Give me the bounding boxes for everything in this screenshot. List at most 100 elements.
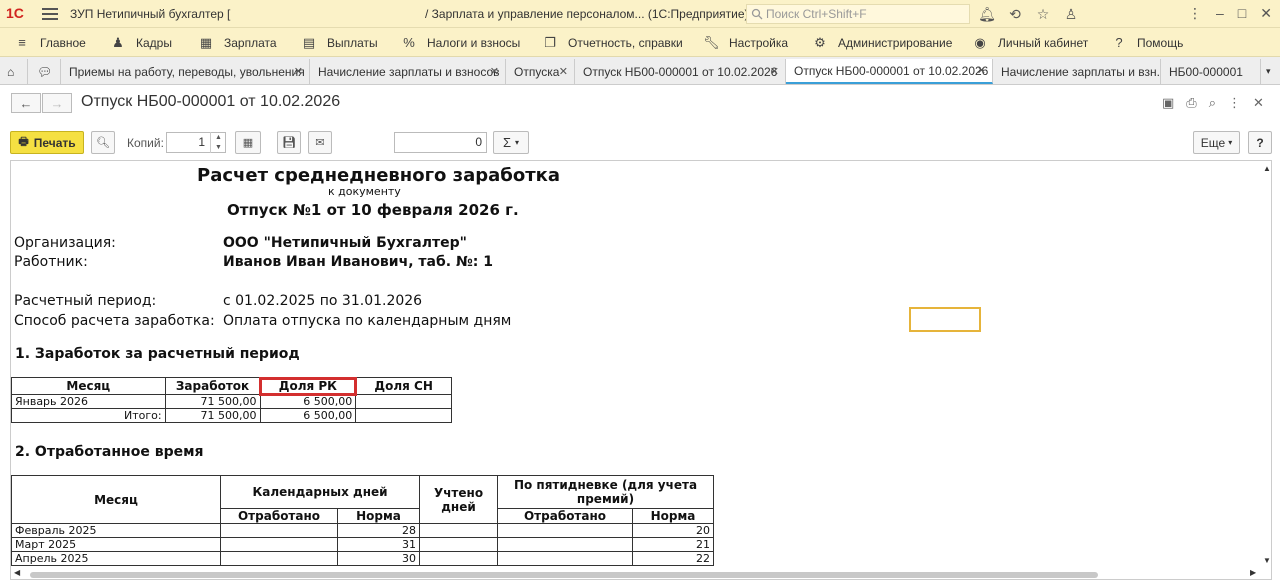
chat-tab[interactable]: 💬︎ [28,59,61,84]
chevron-down-icon: ▾ [515,138,520,147]
sum-button[interactable]: Σ ▾ [493,131,529,154]
spin-down-icon[interactable]: ▼ [215,144,222,151]
close-tab-icon[interactable]: ✕ [770,65,779,78]
cash-icon: ▤ [302,35,316,50]
maximize-icon[interactable]: □ [1238,5,1246,22]
close-icon[interactable]: ✕ [1260,5,1272,22]
tab-vacations[interactable]: Отпуска ✕ [506,59,575,84]
period-value: с 01.02.2025 по 31.01.2026 [223,293,423,309]
sections-menu: ≡ Главное ♟ Кадры ▦ Зарплата ▤ Выплаты % Нало… [0,28,1280,57]
chat-icon: 💬︎ [37,64,53,79]
close-tab-icon[interactable]: ✕ [490,65,499,78]
scroll-right-icon[interactable]: ▶ [1250,568,1256,577]
tab-hiring[interactable]: Приемы на работу, переводы, увольнения ✕ [61,59,310,84]
close-tab-icon[interactable]: ✕ [294,65,303,78]
edit-mode-button[interactable]: ▦ [235,131,261,154]
report-title: Расчет среднедневного заработка [197,165,560,186]
chevron-down-icon: ▾ [1228,138,1233,147]
save-file-button[interactable]: 💾︎ [277,131,301,154]
col-norm-5: Норма [632,508,714,524]
preview-icon[interactable]: ⌕ [1209,95,1216,111]
menu-hr[interactable]: ♟ Кадры [110,35,172,51]
menu-cabinet[interactable]: ◉ Личный кабинет [972,35,1088,51]
tab-payroll[interactable]: Начисление зарплаты и взносов ✕ [310,59,506,84]
scroll-left-icon[interactable]: ◀ [14,568,20,577]
table-row: Апрель 2025 30 22 [11,551,714,566]
col-month: Месяц [11,377,166,395]
search-placeholder: Поиск Ctrl+Shift+F [766,7,867,21]
search-icon [751,8,763,20]
user-icon[interactable]: ♙ [1062,5,1080,23]
org-value: ООО "Нетипичный Бухгалтер" [223,235,467,251]
bell-icon[interactable]: 🔔︎ [978,5,996,23]
worktime-table: Месяц Календарных дней Учтено дней По пя… [11,475,714,566]
star-icon[interactable]: ☆ [1034,5,1052,23]
tab-vacation-doc-active[interactable]: Отпуск НБ00-000001 от 10.02.2026 ✕ [786,59,993,84]
app-title: ЗУП Нетипичный бухгалтер [ [70,6,231,21]
reports-icon: ❐ [544,35,556,50]
col-rk-share: Доля РК [259,376,357,396]
print-icon[interactable]: ⎙ [1186,95,1196,111]
col-earnings: Заработок [164,377,261,395]
minimize-icon[interactable]: – [1216,5,1224,22]
history-icon[interactable]: ⟲ [1006,5,1024,23]
tab-vacation-doc[interactable]: Отпуск НБ00-000001 от 10.02.2026 ✕ [575,59,786,84]
menu-admin[interactable]: ⚙ Администрирование [812,35,952,51]
scroll-up-icon[interactable]: ▲ [1263,164,1271,173]
report-sheet[interactable]: Расчет среднедневного заработка к докуме… [10,160,1272,580]
horizontal-scrollbar[interactable]: ◀ ▶ [10,568,1272,579]
global-search-input[interactable]: Поиск Ctrl+Shift+F [746,4,970,24]
back-button[interactable]: ← [11,93,41,113]
section-worktime-title: 2. Отработанное время [15,444,204,460]
tab-nb-doc[interactable]: НБ00-000001 [1161,59,1261,84]
close-icon[interactable]: ✕ [1253,95,1264,111]
form-title: Отпуск НБ00-000001 от 10.02.2026 [81,93,341,110]
menu-payments[interactable]: ▤ Выплаты [301,35,378,51]
col-worked-5: Отработано [497,508,633,524]
home-tab[interactable]: ⌂ [0,59,28,84]
report-document-name: Отпуск №1 от 10 февраля 2026 г. [227,201,519,219]
employee-label: Работник: [14,254,88,270]
magnifier-icon: 🔍︎ [96,137,110,149]
menu-taxes[interactable]: % Налоги и взносы [401,35,520,50]
gear-icon: ⚙ [814,35,826,50]
send-email-button[interactable]: ✉ [308,131,332,154]
more-button[interactable]: Еще ▾ [1193,131,1240,154]
org-label: Организация: [14,235,116,251]
people-icon: ♟ [112,35,124,50]
sum-field[interactable]: 0 [394,132,487,153]
preview-button[interactable]: 🔍︎ [91,131,115,154]
section-earnings-title: 1. Заработок за расчетный период [15,346,300,362]
col-sn-share: Доля СН [355,377,452,395]
chevron-down-icon: ▾ [1266,66,1271,76]
home-icon: ⌂ [7,64,15,79]
more-vertical-icon[interactable]: ⋮ [1188,5,1202,22]
scroll-down-icon[interactable]: ▼ [1263,556,1271,565]
close-tab-icon[interactable]: ✕ [559,65,568,78]
menu-settings[interactable]: 🔧︎ Настройка [703,35,788,51]
spin-up-icon[interactable]: ▲ [215,134,222,141]
selected-cell[interactable] [909,307,981,332]
col-five-day: По пятидневке (для учета премий) [497,475,714,509]
1c-logo: 1С [6,4,24,21]
menu-main[interactable]: ≡ Главное [14,35,86,50]
table-row: Февраль 2025 28 20 [11,523,714,538]
copies-stepper[interactable]: ▲ ▼ [210,132,226,153]
print-button[interactable]: 🖶︎ Печать [10,131,84,154]
scroll-thumb[interactable] [30,572,1098,578]
edit-table-icon: ▦ [242,137,254,149]
arrow-left-icon: ← [19,95,33,111]
close-tab-icon[interactable]: ✕ [977,64,986,77]
tabs-dropdown[interactable]: ▾ [1261,59,1280,84]
menu-help[interactable]: ? Помощь [1111,35,1183,50]
tab-payroll-2[interactable]: Начисление зарплаты и взн... [993,59,1161,84]
help-button[interactable]: ? [1248,131,1272,154]
menu-reports[interactable]: ❐ Отчетность, справки [542,35,683,51]
forward-button[interactable]: → [42,93,72,113]
more-vertical-icon[interactable]: ⋮ [1228,95,1241,111]
save-icon[interactable]: ▣ [1162,95,1174,111]
menu-salary[interactable]: ▦ Зарплата [198,35,277,51]
main-menu-icon[interactable] [42,7,58,20]
earnings-table: Месяц Заработок Доля РК Доля СН Январь 2… [11,376,452,423]
vertical-scrollbar[interactable]: ▲ ▼ [1262,160,1272,568]
